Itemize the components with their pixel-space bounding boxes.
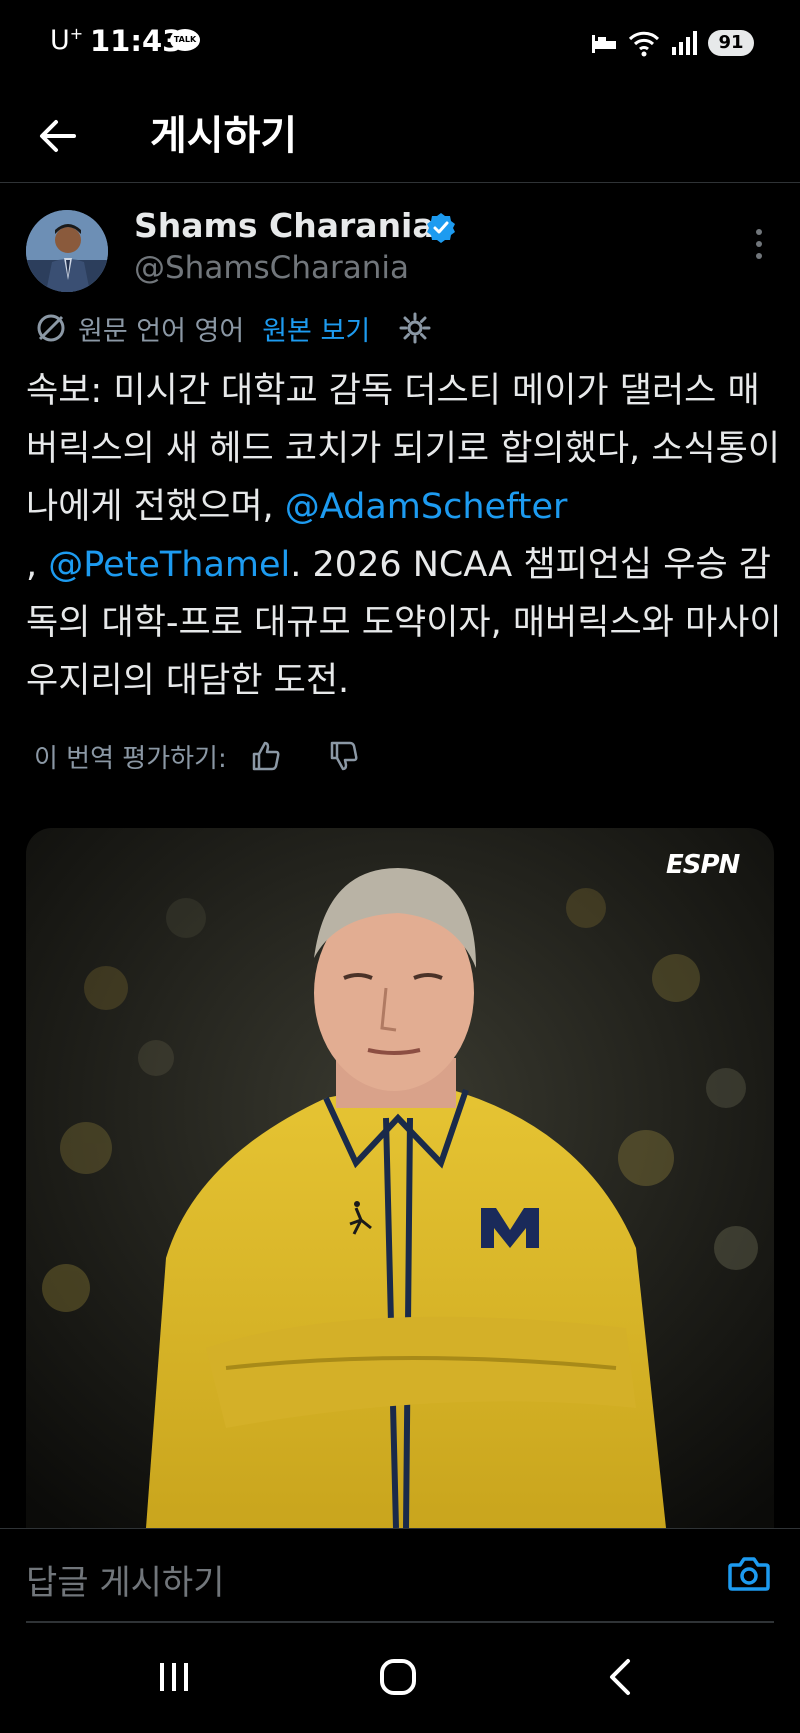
post-text-part: , bbox=[26, 545, 38, 585]
camera-icon[interactable] bbox=[726, 1551, 772, 1597]
rate-translation-label: 이 번역 평가하기: bbox=[34, 743, 227, 774]
status-bar: U+ 11:43 TALK 91 bbox=[0, 0, 800, 90]
author-handle[interactable]: @ShamsCharania bbox=[134, 250, 409, 286]
post-text: 속보: 미시간 대학교 감독 더스티 메이가 댈러스 매버릭스의 새 헤드 코치… bbox=[26, 362, 786, 710]
translation-label: 원문 언어 영어 bbox=[78, 315, 245, 347]
mention-link[interactable]: @PeteThamel bbox=[48, 545, 290, 585]
back-button[interactable] bbox=[34, 108, 90, 164]
wifi-icon bbox=[628, 31, 660, 57]
bed-icon bbox=[592, 35, 616, 53]
reply-divider bbox=[26, 1621, 774, 1623]
signal-icon bbox=[672, 31, 697, 55]
espn-watermark: ESPN bbox=[666, 850, 740, 880]
reply-input[interactable]: 답글 게시하기 bbox=[26, 1555, 225, 1604]
photo-coach bbox=[26, 828, 774, 1528]
thumbs-up-icon[interactable] bbox=[249, 739, 283, 773]
reply-bar: 답글 게시하기 bbox=[0, 1528, 800, 1624]
talk-notification-icon: TALK bbox=[170, 29, 200, 51]
rate-translation-row: 이 번역 평가하기: bbox=[34, 736, 361, 776]
translate-icon bbox=[37, 314, 65, 342]
home-icon[interactable] bbox=[368, 1647, 428, 1707]
battery-icon: 91 bbox=[708, 30, 754, 56]
gear-icon[interactable] bbox=[398, 311, 432, 345]
verified-badge-icon bbox=[427, 213, 455, 243]
arrow-left-icon bbox=[40, 120, 76, 152]
recent-apps-icon[interactable] bbox=[144, 1647, 204, 1707]
translation-row: 원문 언어 영어 원본 보기 bbox=[34, 308, 432, 348]
system-navigation-bar bbox=[0, 1625, 800, 1733]
more-options-icon[interactable] bbox=[744, 224, 774, 264]
page-title: 게시하기 bbox=[150, 113, 298, 159]
mention-link[interactable]: @AdamSchefter bbox=[285, 487, 568, 527]
back-nav-icon[interactable] bbox=[592, 1647, 652, 1707]
status-icons: 91 bbox=[590, 26, 754, 60]
avatar-image bbox=[26, 210, 108, 292]
top-app-bar: 게시하기 bbox=[0, 90, 800, 183]
show-original-link[interactable]: 원본 보기 bbox=[262, 309, 370, 348]
clock: 11:43 bbox=[90, 24, 183, 58]
post-media-image[interactable]: ESPN bbox=[26, 828, 774, 1528]
avatar[interactable] bbox=[26, 210, 108, 292]
thumbs-down-icon[interactable] bbox=[327, 739, 361, 773]
author-name[interactable]: Shams Charania bbox=[134, 206, 435, 245]
carrier-label: U+ bbox=[50, 24, 84, 56]
